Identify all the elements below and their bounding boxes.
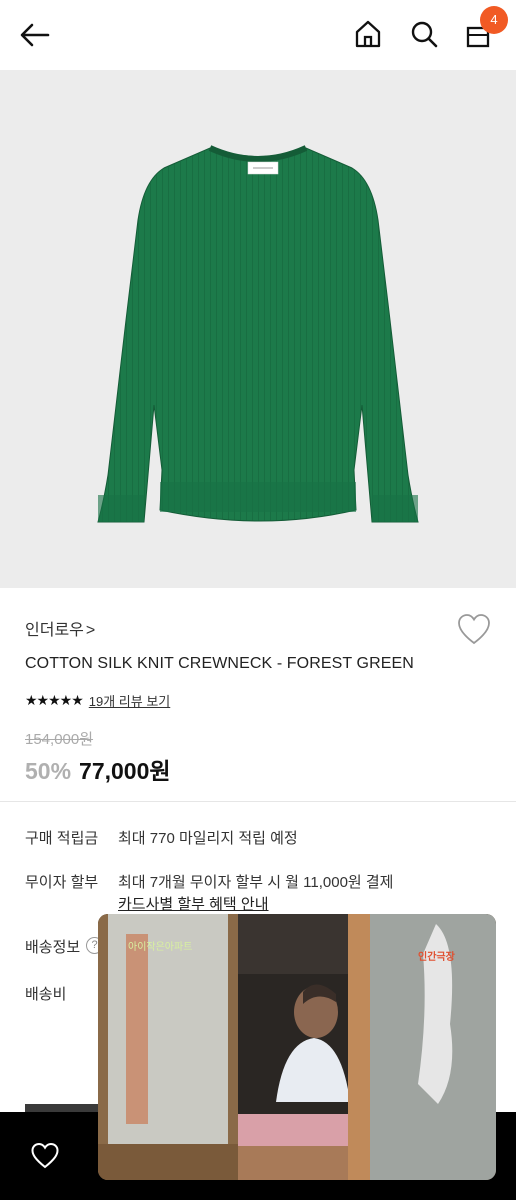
top-navigation-bar: 4 (0, 0, 516, 70)
floating-video-player[interactable]: 아이작은아파트 인간극장 (98, 914, 496, 1180)
chevron-right-icon: > (85, 622, 96, 639)
thumbnail-strip (25, 1104, 100, 1112)
rating-row: ★★★★★ 19개 리뷰 보기 (25, 690, 170, 710)
price-row: 50% 77,000원 (25, 752, 171, 786)
installment-value: 최대 7개월 무이자 할부 시 월 11,000원 결제 (118, 874, 394, 891)
brand-name: 인더로우 (25, 622, 84, 639)
heart-icon[interactable] (456, 613, 492, 647)
card-benefit-link[interactable]: 카드사별 할부 혜택 안내 (118, 893, 269, 914)
brand-link[interactable]: 인더로우 > (25, 616, 95, 640)
cart-count-badge: 4 (480, 6, 508, 34)
home-icon[interactable] (352, 18, 384, 50)
shipping-fee-label: 배송비 (25, 986, 67, 1003)
installment-label: 무이자 할부 (25, 874, 99, 891)
video-caption-right: 인간극장 (418, 952, 455, 963)
product-title: COTTON SILK KNIT CREWNECK - FOREST GREEN (25, 655, 414, 672)
search-icon[interactable] (408, 18, 440, 50)
video-caption-left: 아이작은아파트 (128, 942, 193, 953)
sweater-illustration (97, 145, 419, 523)
product-image[interactable] (0, 70, 516, 588)
divider (0, 801, 516, 802)
points-label: 구매 적립금 (25, 830, 99, 847)
star-rating: ★★★★★ (25, 691, 84, 708)
discount-rate: 50% (25, 758, 72, 784)
shipping-info-label: 배송정보 (25, 939, 81, 956)
sale-price: 77,000원 (79, 758, 171, 784)
arrow-left-icon[interactable] (18, 20, 52, 50)
points-value: 최대 770 마일리지 적립 예정 (118, 830, 298, 847)
original-price: 154,000원 (25, 731, 94, 748)
heart-icon[interactable] (30, 1142, 60, 1170)
review-link[interactable]: 19개 리뷰 보기 (89, 691, 170, 710)
